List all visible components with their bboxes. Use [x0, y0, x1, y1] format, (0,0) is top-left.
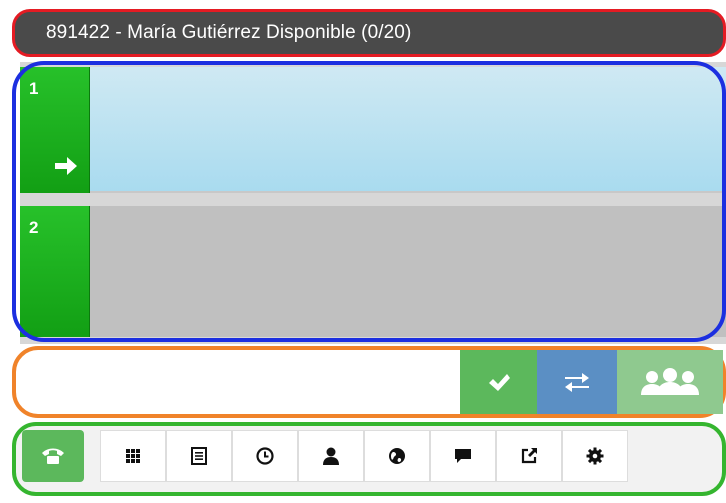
clock-icon	[256, 447, 274, 465]
web-button[interactable]	[364, 430, 430, 482]
phone-icon	[41, 446, 65, 466]
contacts-button[interactable]	[298, 430, 364, 482]
history-button[interactable]	[232, 430, 298, 482]
user-icon	[322, 446, 340, 466]
users-icon	[638, 367, 702, 397]
transfer-icon	[563, 371, 591, 393]
share-button[interactable]	[496, 430, 562, 482]
share-icon	[520, 447, 538, 465]
list-icon	[191, 447, 207, 465]
list-button[interactable]	[166, 430, 232, 482]
transfer-button[interactable]	[537, 350, 617, 414]
phone-button[interactable]	[22, 430, 84, 482]
chat-icon	[454, 447, 472, 465]
globe-icon	[388, 447, 406, 465]
gear-icon	[586, 447, 604, 465]
keypad-button[interactable]	[100, 430, 166, 482]
settings-button[interactable]	[562, 430, 628, 482]
chat-button[interactable]	[430, 430, 496, 482]
dial-input[interactable]	[16, 350, 456, 414]
conference-button[interactable]	[617, 350, 723, 414]
accept-button[interactable]	[460, 350, 537, 414]
keypad-icon	[125, 448, 141, 464]
check-icon	[487, 372, 511, 392]
agent-status-text: 891422 - María Gutiérrez Disponible (0/2…	[46, 22, 412, 43]
lines-highlight	[12, 61, 726, 342]
